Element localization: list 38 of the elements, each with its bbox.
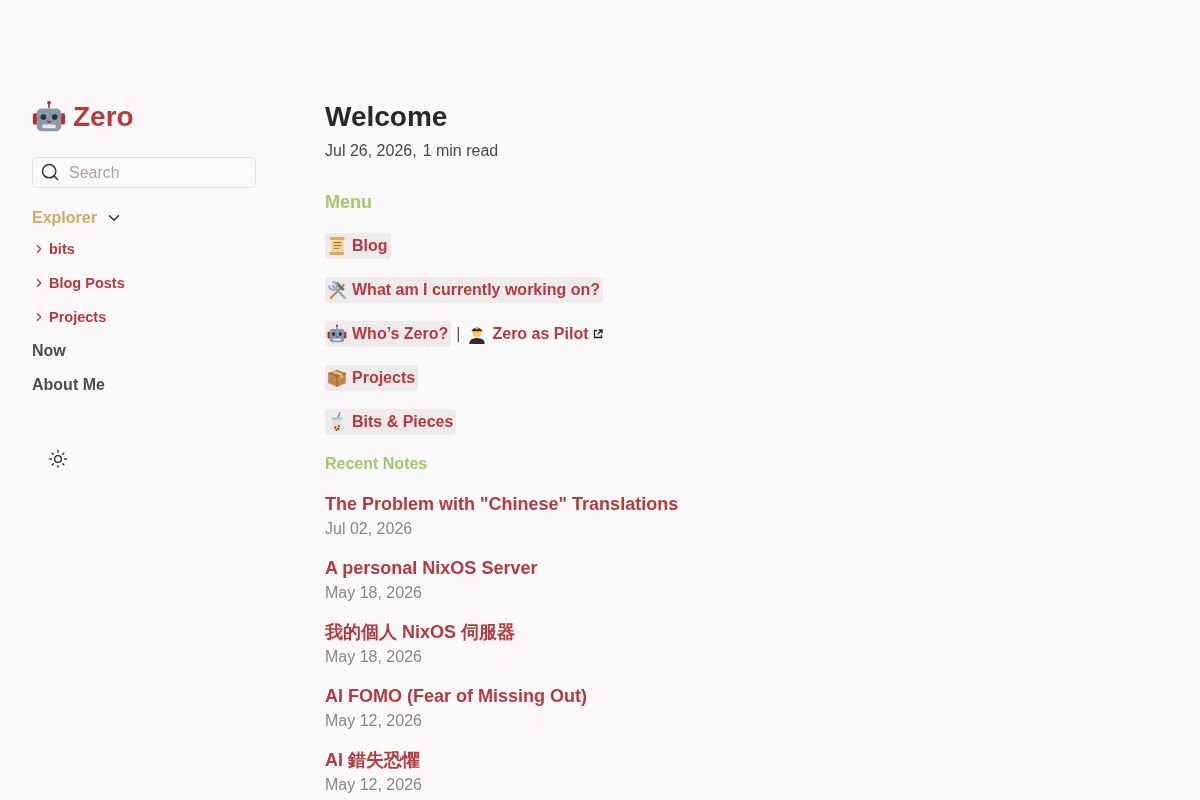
page-link[interactable]: Now [32, 334, 66, 368]
note-date: Jul 02, 2026 [325, 519, 413, 539]
menu-link[interactable]: Blog [325, 233, 391, 259]
hammer-and-wrench-icon [327, 280, 347, 300]
menu-link[interactable]: Bits & Pieces [325, 409, 457, 435]
menu-link[interactable]: What am I currently working on? [325, 277, 604, 303]
folder-item[interactable]: Blog Posts [32, 266, 125, 300]
folder-item[interactable]: Projects [32, 300, 107, 334]
menu-link[interactable]: Who’s Zero? [325, 321, 452, 347]
package-icon [327, 368, 347, 388]
folder-item[interactable]: bits [32, 232, 75, 266]
note-date: May 18, 2026 [325, 647, 422, 667]
external-link-icon [593, 329, 604, 339]
separator-text: | [456, 325, 461, 343]
recent-notes-heading: Recent Notes [325, 454, 428, 474]
menu-link[interactable]: Projects [325, 365, 419, 391]
note-date: May 12, 2026 [325, 775, 422, 795]
note-title-link[interactable]: The Problem with "Chinese" Translations [325, 492, 679, 516]
scroll-icon [327, 236, 347, 256]
note-title-link[interactable]: AI 錯失恐懼 [325, 748, 420, 772]
sun-icon [48, 449, 68, 469]
note-date: May 18, 2026 [325, 583, 422, 603]
menu-heading: Menu [325, 191, 372, 214]
article-title: Welcome [325, 100, 448, 134]
external-link[interactable]: Zero as Pilot [465, 321, 607, 347]
article-date: Jul 26, 2026, [325, 141, 417, 161]
note-title-link[interactable]: A personal NixOS Server [325, 556, 538, 580]
page-link[interactable]: About Me [32, 368, 105, 402]
note-title-link[interactable]: AI FOMO (Fear of Missing Out) [325, 684, 587, 708]
robot-icon [32, 100, 66, 134]
search-field[interactable]: Search [32, 157, 256, 188]
reading-time: 1 min read [422, 141, 499, 161]
theme-toggle-button[interactable] [48, 449, 68, 469]
search-icon [40, 162, 60, 182]
site-title[interactable]: Zero [73, 99, 134, 135]
note-date: May 12, 2026 [325, 711, 422, 731]
note-title-link[interactable]: 我的個人 NixOS 伺服器 [325, 620, 516, 644]
robot-icon [327, 324, 347, 344]
